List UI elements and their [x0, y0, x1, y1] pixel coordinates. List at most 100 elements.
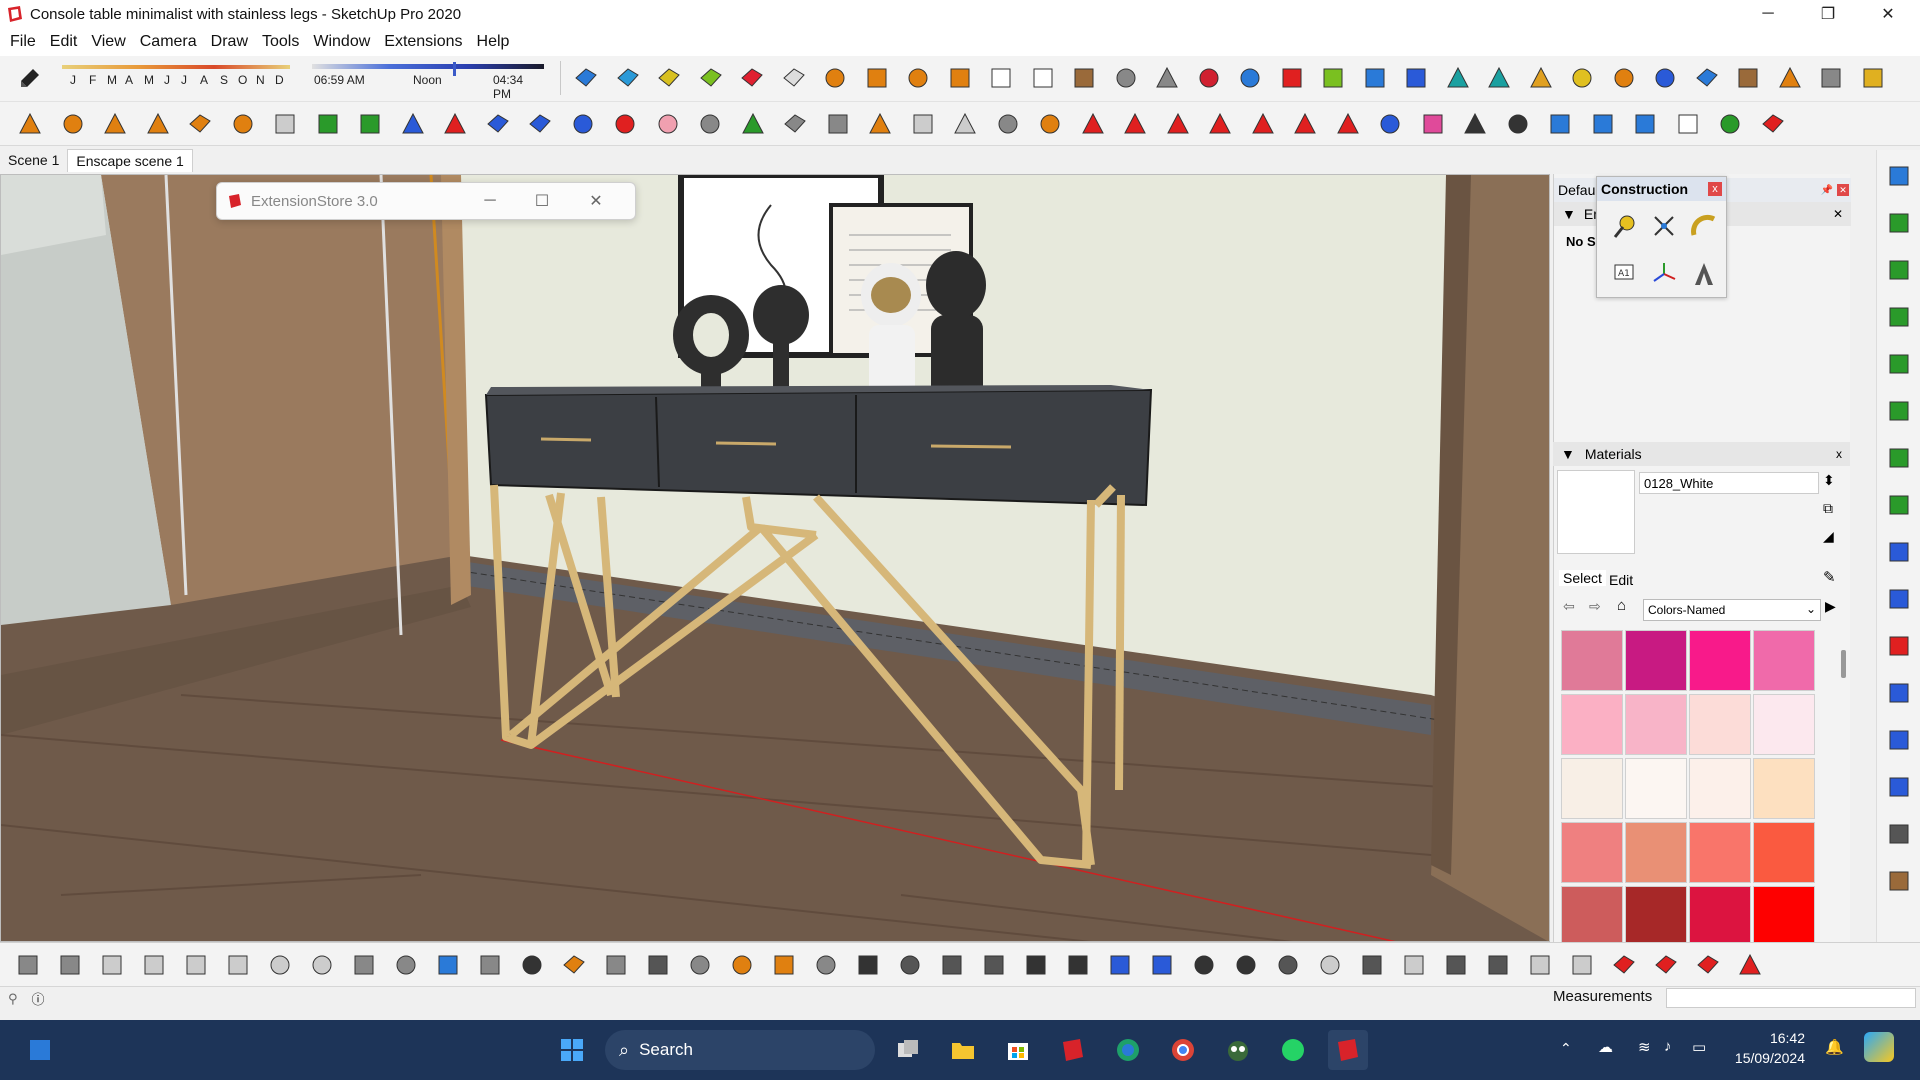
push-pull-orange-button[interactable]	[14, 108, 46, 140]
hand-gray-button[interactable]	[992, 108, 1024, 140]
layers-dark-4-button[interactable]	[1062, 949, 1094, 981]
star-blue-button[interactable]	[1691, 62, 1723, 94]
scale-green-2-button[interactable]	[1883, 254, 1915, 286]
color-swatch[interactable]	[1625, 758, 1687, 819]
extension-store-maximize-button[interactable]: ☐	[519, 183, 565, 219]
monochrome-button[interactable]	[306, 949, 338, 981]
menu-edit[interactable]: Edit	[43, 33, 85, 51]
color-swatch[interactable]	[1561, 758, 1623, 819]
layers-dark-1-button[interactable]	[936, 949, 968, 981]
back-gray-button[interactable]	[949, 108, 981, 140]
shaded-button[interactable]	[264, 949, 296, 981]
red-up-2-button[interactable]	[1119, 108, 1151, 140]
cube-blue-2-button[interactable]	[1587, 108, 1619, 140]
color-swatch[interactable]	[1753, 822, 1815, 883]
green-stick-button[interactable]	[354, 108, 386, 140]
dots-red-3-button[interactable]	[1692, 949, 1724, 981]
layout-send-button[interactable]	[944, 62, 976, 94]
rainbow-button[interactable]	[1417, 108, 1449, 140]
hidden-line-button[interactable]	[222, 949, 254, 981]
undo-red-button[interactable]	[609, 108, 641, 140]
dome-button[interactable]	[227, 108, 259, 140]
cube-blue-1-button[interactable]	[1544, 108, 1576, 140]
3d-text-tool[interactable]	[1687, 257, 1721, 291]
stop-gray-button[interactable]	[907, 108, 939, 140]
microsoft-store-icon[interactable]	[998, 1030, 1038, 1070]
shadow-month-slider[interactable]: J F M A M J J A S O N D	[60, 65, 292, 91]
color-swatch[interactable]	[1625, 886, 1687, 947]
extension-manager-button[interactable]	[902, 62, 934, 94]
default-material-icon[interactable]: ◢	[1823, 528, 1843, 548]
jar-button[interactable]	[1732, 62, 1764, 94]
loop-blue-button[interactable]	[1649, 62, 1681, 94]
color-swatch[interactable]	[1689, 886, 1751, 947]
color-swatch[interactable]	[1753, 758, 1815, 819]
info-circle-button[interactable]	[810, 949, 842, 981]
maximize-button[interactable]: ❐	[1800, 0, 1856, 28]
v-ray-button[interactable]	[1188, 949, 1220, 981]
color-swatch[interactable]	[1753, 694, 1815, 755]
shadow-toggle-button[interactable]	[14, 62, 46, 94]
red-up-1-button[interactable]	[1077, 108, 1109, 140]
red-up-3-button[interactable]	[1162, 108, 1194, 140]
red-up-6-button[interactable]	[1289, 108, 1321, 140]
cloud-frame-button[interactable]	[1524, 949, 1556, 981]
undo-blue-button[interactable]	[567, 108, 599, 140]
details-arrow-icon[interactable]: ▶	[1825, 598, 1836, 615]
forward-arrow-icon[interactable]: ⇨	[1589, 598, 1601, 615]
crosshair-button[interactable]	[1502, 108, 1534, 140]
material-library-select[interactable]: Colors-Named ⌄	[1643, 599, 1821, 621]
sandbox-wood-button[interactable]	[1068, 62, 1100, 94]
cube-yellow-button[interactable]	[1857, 62, 1889, 94]
teapot-button[interactable]	[1230, 949, 1262, 981]
cart-button[interactable]	[852, 949, 884, 981]
chrome-icon[interactable]	[1163, 1030, 1203, 1070]
cone-orange-button[interactable]	[99, 108, 131, 140]
pencil-line-button[interactable]	[1774, 62, 1806, 94]
model-viewport[interactable]	[0, 174, 1550, 942]
grid-blue-button[interactable]	[1883, 677, 1915, 709]
curve-button[interactable]	[1151, 62, 1183, 94]
info-icon[interactable]: ⓘ	[32, 989, 45, 1008]
green-cube-button[interactable]	[1714, 108, 1746, 140]
cross-green-button[interactable]	[1317, 62, 1349, 94]
grid-dots-button[interactable]	[1400, 62, 1432, 94]
hourglass-button[interactable]	[524, 108, 556, 140]
prism-button[interactable]	[1525, 62, 1557, 94]
grid-blue-3-button[interactable]	[1883, 771, 1915, 803]
pink-shape-button[interactable]	[652, 108, 684, 140]
volume-icon[interactable]: ♪	[1664, 1038, 1672, 1055]
color-swatch[interactable]	[1753, 630, 1815, 691]
dots-red-2-button[interactable]	[1650, 949, 1682, 981]
pointer-green-button[interactable]	[737, 108, 769, 140]
color-swatch[interactable]	[1689, 630, 1751, 691]
cube-blue-3-button[interactable]	[1629, 108, 1661, 140]
lock-frame-button[interactable]	[1566, 949, 1598, 981]
dots-red-1-button[interactable]	[1608, 949, 1640, 981]
menu-window[interactable]: Window	[306, 33, 377, 51]
file-list-button[interactable]	[600, 949, 632, 981]
save-material-icon[interactable]: ⬍	[1823, 472, 1843, 492]
construction-close-button[interactable]: x	[1708, 182, 1722, 196]
cloud-offline-icon[interactable]: ☁	[1598, 1038, 1613, 1056]
shadow-time-slider[interactable]: 06:59 AM Noon 04:34 PM	[312, 62, 544, 101]
link-button[interactable]	[1110, 62, 1142, 94]
arrows-blue-button[interactable]	[397, 108, 429, 140]
cursor-pointer-button[interactable]	[1459, 108, 1491, 140]
warehouse-upload-button[interactable]	[861, 62, 893, 94]
gray-cube-button[interactable]	[269, 108, 301, 140]
show-hidden-icons[interactable]: ⌃	[1560, 1040, 1572, 1057]
checker-button[interactable]	[642, 949, 674, 981]
dimension-tool[interactable]	[1647, 209, 1681, 243]
extension-store-minimize-button[interactable]: ─	[467, 183, 513, 219]
pin-icon[interactable]: 📌	[1821, 185, 1833, 196]
tape-measure-tool[interactable]	[1607, 209, 1641, 243]
swatch-scrollbar[interactable]	[1841, 650, 1846, 678]
taskbar-search[interactable]: ⌕ Search	[605, 1030, 875, 1070]
cone-teal-button[interactable]	[1442, 62, 1474, 94]
tab-scene-1[interactable]: Scene 1	[0, 149, 67, 171]
color-swatch[interactable]	[1753, 886, 1815, 947]
move-blue-button[interactable]	[482, 108, 514, 140]
color-swatch[interactable]	[1689, 758, 1751, 819]
layers-dark-3-button[interactable]	[1020, 949, 1052, 981]
